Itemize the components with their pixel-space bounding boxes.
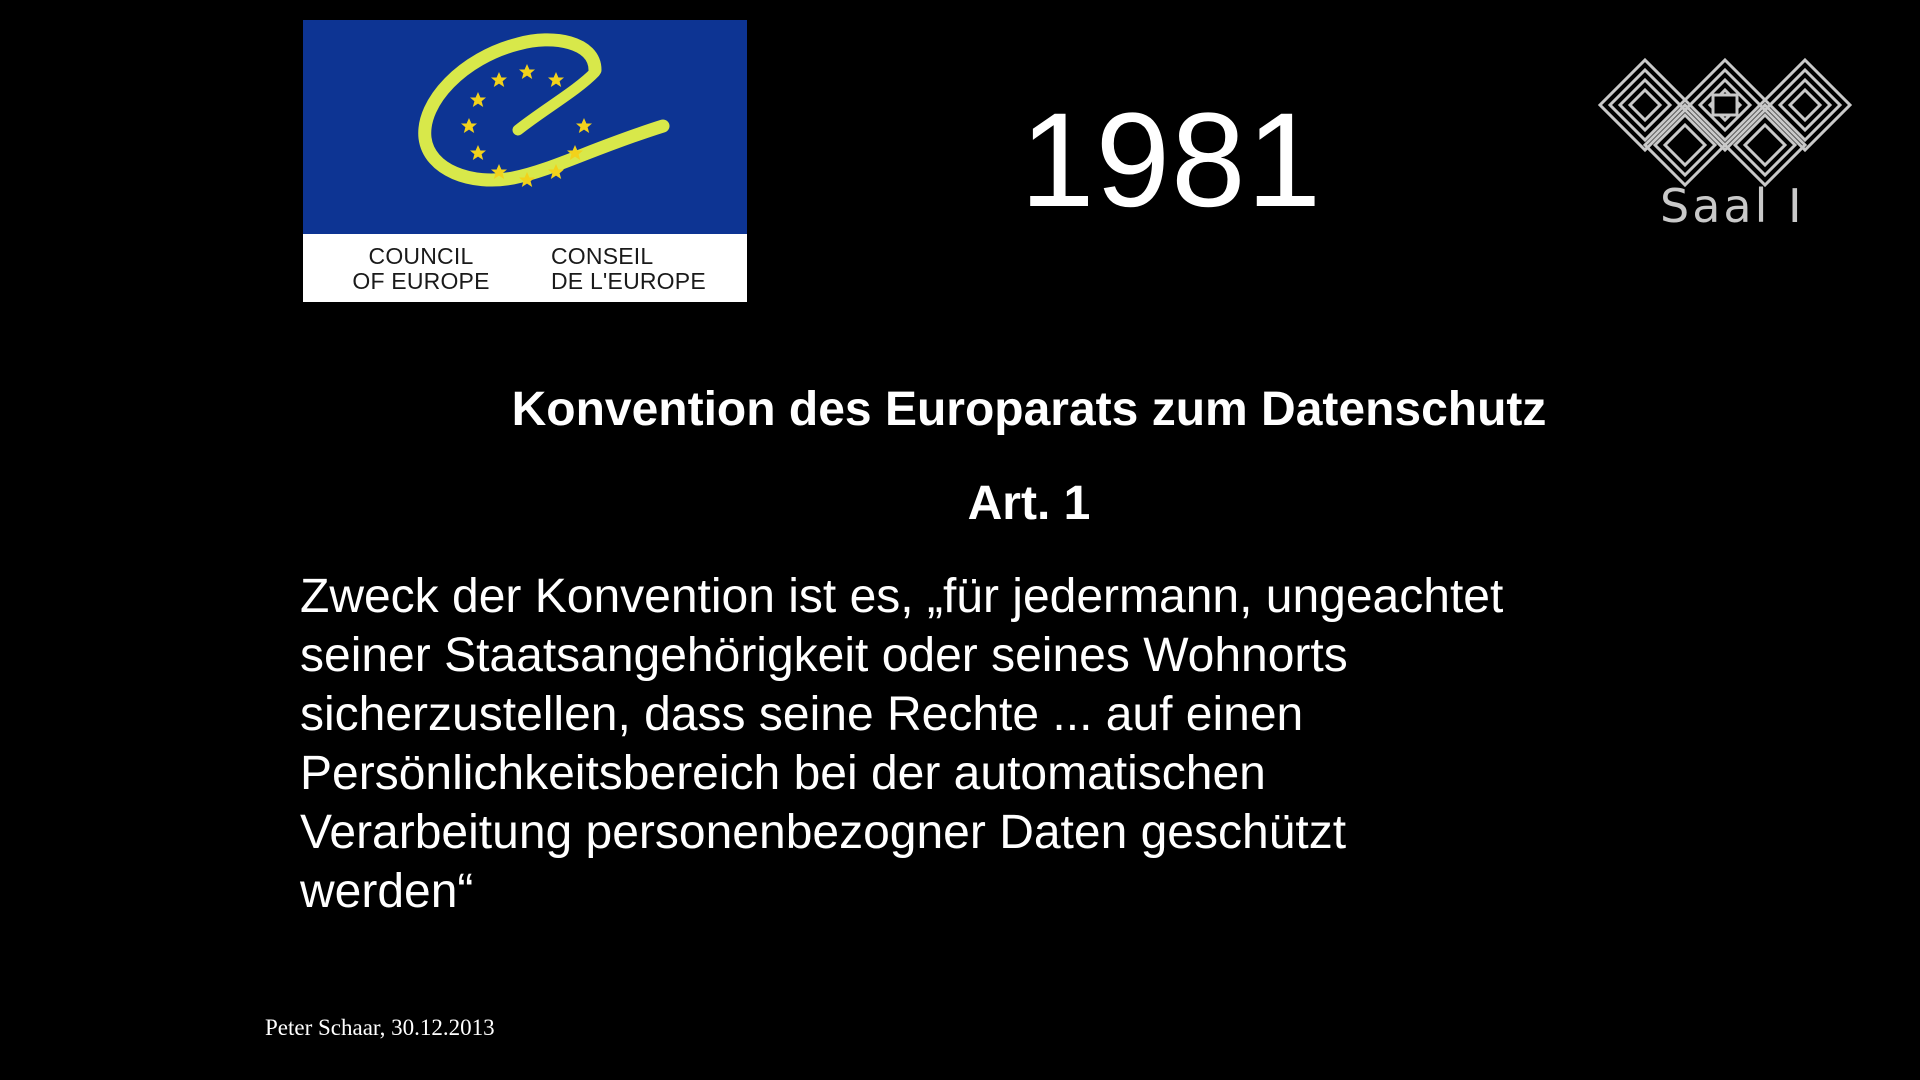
footer-author-date: Peter Schaar, 30.12.2013 bbox=[265, 1015, 495, 1040]
article-heading: Art. 1 bbox=[967, 477, 1091, 530]
council-of-europe-emblem bbox=[418, 33, 670, 187]
body-line: Zweck der Konvention ist es, „für jederm… bbox=[300, 570, 1504, 623]
logo-caption-english: COUNCIL OF EUROPE bbox=[341, 244, 501, 294]
logo-caption-en-line1: COUNCIL bbox=[368, 243, 474, 269]
star-icon bbox=[470, 92, 486, 107]
body-line: seiner Staatsangehörigkeit oder seines W… bbox=[300, 629, 1348, 682]
year-heading: 1981 bbox=[1020, 86, 1323, 235]
logo-caption-fr-line1: CONSEIL bbox=[551, 243, 654, 269]
diamond-shape bbox=[1757, 57, 1853, 153]
slide: COUNCIL OF EUROPE CONSEIL DE L'EUROPE 19… bbox=[0, 0, 1920, 1080]
body-line: werden“ bbox=[300, 865, 474, 918]
body-line: Verarbeitung personenbezogner Daten gesc… bbox=[300, 806, 1347, 859]
body-paragraph: Zweck der Konvention ist es, „für jederm… bbox=[300, 567, 1780, 921]
star-icon bbox=[576, 118, 592, 133]
logo-caption-fr-line2: DE L'EUROPE bbox=[551, 268, 706, 294]
star-icon bbox=[548, 72, 564, 87]
slide-title: Konvention des Europarats zum Datenschut… bbox=[511, 383, 1547, 436]
star-icon bbox=[461, 118, 477, 133]
council-of-europe-flag bbox=[303, 20, 747, 234]
star-icon bbox=[519, 64, 535, 79]
diamond-shape bbox=[1597, 57, 1693, 153]
star-icon bbox=[470, 145, 486, 160]
star-icon bbox=[491, 72, 507, 87]
council-of-europe-logo: COUNCIL OF EUROPE CONSEIL DE L'EUROPE bbox=[303, 20, 747, 302]
logo-caption-en-line2: OF EUROPE bbox=[352, 268, 490, 294]
body-line: Persönlichkeitsbereich bei der automatis… bbox=[300, 747, 1266, 800]
logo-caption-french: CONSEIL DE L'EUROPE bbox=[551, 244, 741, 294]
body-line: sicherzustellen, dass seine Rechte ... a… bbox=[300, 688, 1304, 741]
event-logo-label: Saal I bbox=[1660, 179, 1805, 233]
